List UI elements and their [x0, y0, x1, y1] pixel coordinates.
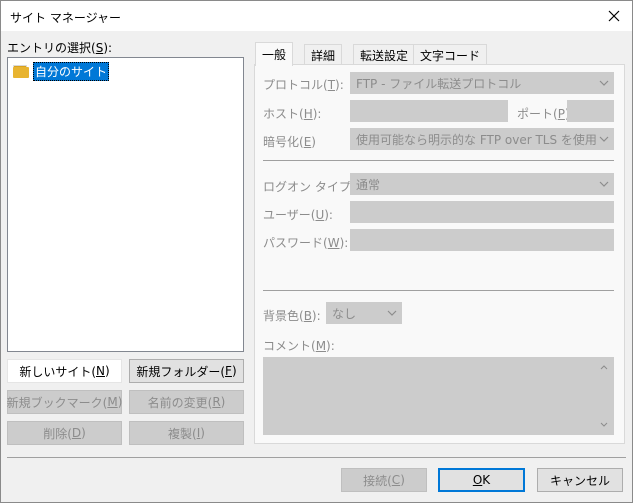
- background-color-select[interactable]: なし: [326, 302, 402, 324]
- cancel-button[interactable]: キャンセル: [537, 468, 623, 492]
- tree-item-my-sites[interactable]: 自分のサイト: [13, 62, 110, 81]
- ok-button[interactable]: OK: [438, 468, 525, 492]
- encryption-label: 暗号化(E): [263, 135, 316, 149]
- protocol-label: プロトコル(T):: [263, 78, 344, 92]
- protocol-select[interactable]: FTP - ファイル転送プロトコル: [350, 72, 614, 94]
- folder-icon: [13, 65, 29, 78]
- divider: [263, 160, 614, 161]
- scroll-up-icon[interactable]: [596, 361, 612, 373]
- comment-textarea[interactable]: [263, 357, 614, 435]
- user-label: ユーザー(U):: [263, 208, 333, 222]
- connect-button[interactable]: 接続(C): [341, 468, 427, 492]
- site-tree[interactable]: 自分のサイト: [7, 57, 244, 352]
- title-bar: サイト マネージャー: [1, 1, 632, 31]
- port-input[interactable]: [567, 100, 614, 122]
- site-manager-window: サイト マネージャー エントリの選択(S): 自分のサイト 新しいサイト(N) …: [0, 0, 633, 503]
- footer-divider: [7, 457, 626, 458]
- tab-transfer-settings[interactable]: 転送設定: [353, 44, 416, 65]
- comment-scrollbar[interactable]: [596, 359, 612, 433]
- close-icon: [608, 10, 620, 22]
- new-bookmark-button[interactable]: 新規ブックマーク(M): [7, 390, 122, 414]
- background-color-label: 背景色(B):: [263, 309, 321, 323]
- tab-general[interactable]: 一般: [255, 42, 294, 66]
- logon-type-select[interactable]: 通常: [350, 173, 614, 195]
- tree-item-label: 自分のサイト: [33, 62, 110, 81]
- close-button[interactable]: [602, 4, 626, 28]
- comment-label: コメント(M):: [263, 339, 335, 353]
- encryption-select[interactable]: 使用可能なら明示的な FTP over TLS を使用: [350, 128, 614, 150]
- chevron-down-icon: [599, 181, 609, 187]
- password-label: パスワード(W):: [263, 236, 349, 250]
- user-input[interactable]: [350, 201, 614, 223]
- rename-button[interactable]: 名前の変更(R): [129, 390, 244, 414]
- chevron-down-icon: [599, 136, 609, 142]
- window-title: サイト マネージャー: [10, 11, 121, 25]
- divider: [263, 290, 614, 291]
- new-folder-button[interactable]: 新規フォルダー(F): [129, 359, 244, 383]
- entry-select-label: エントリの選択(S):: [7, 41, 113, 55]
- host-label: ホスト(H):: [263, 107, 322, 121]
- duplicate-button[interactable]: 複製(I): [129, 421, 244, 445]
- password-input[interactable]: [350, 229, 614, 251]
- delete-button[interactable]: 削除(D): [7, 421, 122, 445]
- port-label: ポート(P):: [517, 107, 574, 121]
- tab-advanced[interactable]: 詳細: [304, 44, 343, 65]
- scroll-down-icon[interactable]: [596, 419, 612, 431]
- chevron-down-icon: [599, 80, 609, 86]
- host-input[interactable]: [350, 100, 508, 122]
- chevron-down-icon: [387, 310, 397, 316]
- new-site-button[interactable]: 新しいサイト(N): [7, 359, 122, 383]
- tab-charset[interactable]: 文字コード: [413, 44, 488, 65]
